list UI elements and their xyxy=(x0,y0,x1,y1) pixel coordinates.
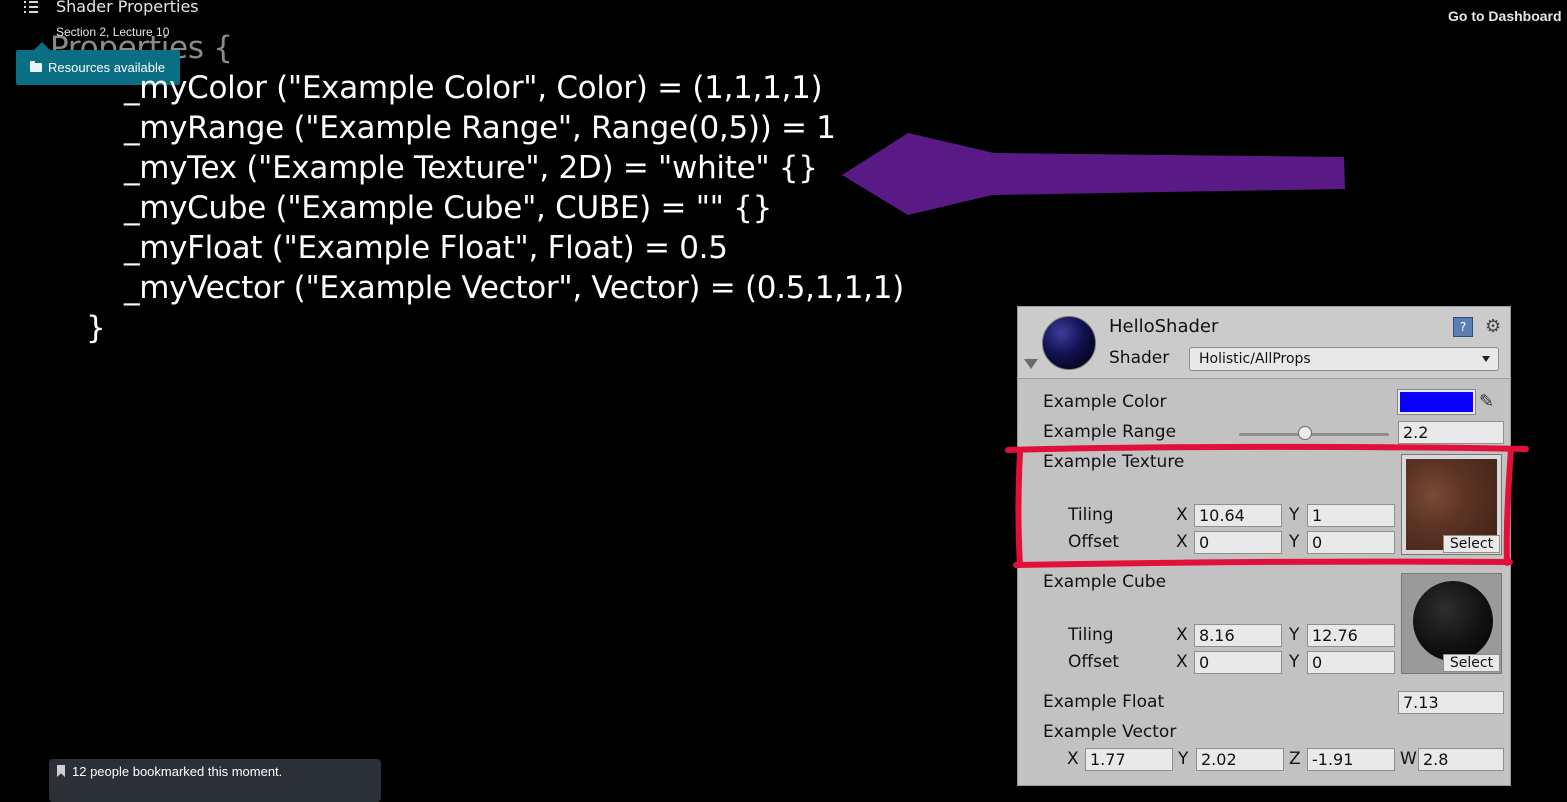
material-preview-sphere xyxy=(1042,316,1096,370)
vector-z-field[interactable]: -1.91 xyxy=(1307,748,1395,771)
vector-w-axis: W xyxy=(1400,749,1417,769)
example-float-label: Example Float xyxy=(1043,692,1165,712)
code-line-cube: _myCube ("Example Cube", CUBE) = "" {} xyxy=(124,190,773,226)
cube-offset-y-axis: Y xyxy=(1289,652,1300,672)
cube-tiling-label: Tiling xyxy=(1068,625,1114,645)
bookmark-notice-text: 12 people bookmarked this moment. xyxy=(72,764,283,779)
example-cube-slot[interactable]: Select xyxy=(1401,573,1502,674)
inspector-header: HelloShader Shader ? ⚙ Holistic/AllProps xyxy=(1018,307,1510,379)
vector-y-axis: Y xyxy=(1178,749,1189,769)
vector-x-axis: X xyxy=(1067,749,1079,769)
cube-offset-y-field[interactable]: 0 xyxy=(1307,651,1395,674)
cube-tiling-y-field[interactable]: 12.76 xyxy=(1307,624,1395,647)
vector-x-field[interactable]: 1.77 xyxy=(1085,748,1173,771)
cube-tiling-x-axis: X xyxy=(1176,625,1188,645)
vector-z-axis: Z xyxy=(1289,749,1301,769)
shader-dropdown[interactable]: Holistic/AllProps xyxy=(1189,347,1499,371)
example-range-label: Example Range xyxy=(1043,422,1177,442)
cube-offset-x-field[interactable]: 0 xyxy=(1194,651,1282,674)
cubemap-thumbnail xyxy=(1413,581,1493,661)
code-line-range: _myRange ("Example Range", Range(0,5)) =… xyxy=(124,110,836,146)
code-line-texture: _myTex ("Example Texture", 2D) = "white"… xyxy=(124,150,818,186)
dropdown-caret-icon xyxy=(1482,356,1490,362)
eyedropper-icon[interactable]: ✎ xyxy=(1479,391,1494,412)
material-name: HelloShader xyxy=(1109,316,1219,337)
cube-offset-x-axis: X xyxy=(1176,652,1188,672)
code-line-vector: _myVector ("Example Vector", Vector) = (… xyxy=(124,270,904,306)
example-color-swatch[interactable] xyxy=(1397,389,1476,415)
example-range-slider-track[interactable] xyxy=(1239,433,1389,436)
lecture-title: Shader Properties xyxy=(56,0,199,16)
vector-w-field[interactable]: 2.8 xyxy=(1418,748,1504,771)
example-vector-label: Example Vector xyxy=(1043,722,1177,742)
example-float-field[interactable]: 7.13 xyxy=(1398,691,1504,714)
example-range-slider-thumb[interactable] xyxy=(1298,426,1312,440)
cube-tiling-y-axis: Y xyxy=(1289,625,1300,645)
vector-y-field[interactable]: 2.02 xyxy=(1196,748,1284,771)
code-line-float: _myFloat ("Example Float", Float) = 0.5 xyxy=(124,230,728,266)
purple-arrow-annotation xyxy=(842,133,1345,215)
bookmark-notice: 12 people bookmarked this moment. xyxy=(49,759,381,802)
collapse-triangle-icon[interactable] xyxy=(1024,359,1038,369)
cube-select-button[interactable]: Select xyxy=(1443,654,1500,672)
cube-tiling-x-field[interactable]: 8.16 xyxy=(1194,624,1282,647)
red-highlight-box-annotation xyxy=(1005,443,1529,568)
tooltip-notch xyxy=(34,42,50,50)
curriculum-menu-icon[interactable] xyxy=(24,0,40,14)
go-to-dashboard-link[interactable]: Go to Dashboard xyxy=(1448,8,1562,24)
cube-offset-label: Offset xyxy=(1068,652,1120,672)
example-color-label: Example Color xyxy=(1043,392,1167,412)
lecture-subtitle: Section 2, Lecture 10 xyxy=(56,25,170,39)
folder-icon xyxy=(30,61,42,72)
code-closing-brace: } xyxy=(86,310,106,346)
help-book-icon[interactable]: ? xyxy=(1453,317,1473,337)
settings-gear-icon[interactable]: ⚙ xyxy=(1485,316,1501,337)
shader-dropdown-value: Holistic/AllProps xyxy=(1199,351,1311,367)
shader-label: Shader xyxy=(1109,348,1170,368)
code-line-color: _myColor ("Example Color", Color) = (1,1… xyxy=(124,70,823,106)
example-cube-label: Example Cube xyxy=(1043,572,1167,592)
bookmark-icon xyxy=(57,765,65,777)
